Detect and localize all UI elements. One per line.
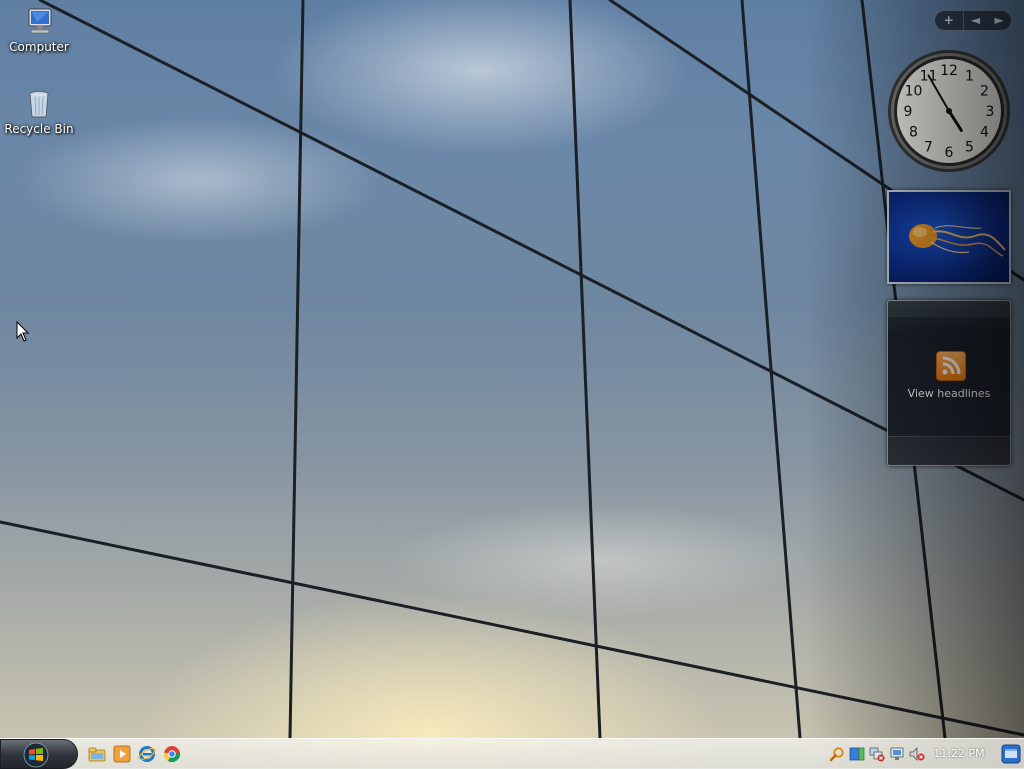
computer-icon [28, 8, 52, 34]
system-tray: 11:22 PM [825, 739, 1024, 769]
clock-numeral: 3 [986, 104, 995, 120]
chrome-icon[interactable] [163, 745, 181, 763]
clock-numeral: 4 [980, 125, 989, 141]
desktop-icon-label: Recycle Bin [4, 122, 74, 136]
clock-numeral: 6 [945, 145, 954, 161]
slideshow-gadget[interactable] [887, 190, 1011, 284]
clock-gadget[interactable]: 121234567891011 [886, 48, 1012, 174]
mouse-cursor-icon [16, 321, 30, 342]
clock-numeral: 7 [924, 140, 933, 156]
sidebar-controls: + ◄ ► [934, 10, 1012, 31]
next-page-button[interactable]: ► [987, 11, 1011, 30]
feed-gadget-header [888, 301, 1010, 317]
taskbar-clock[interactable]: 11:22 PM [931, 747, 987, 760]
media-player-icon[interactable] [113, 745, 131, 763]
sidebar-icon[interactable] [849, 746, 865, 762]
previous-page-button[interactable]: ◄ [964, 11, 988, 30]
clock-numeral: 2 [980, 84, 989, 100]
internet-explorer-icon[interactable] [138, 745, 156, 763]
clock-numeral: 9 [904, 104, 913, 120]
volume-muted-icon[interactable] [909, 746, 925, 762]
network-icon[interactable] [889, 746, 905, 762]
windows-logo-icon [23, 742, 49, 768]
desktop-icon-recycle-bin[interactable]: Recycle Bin [1, 88, 77, 136]
explorer-icon[interactable] [88, 745, 106, 763]
desktop-icon-label: Computer [9, 40, 69, 54]
clock-numeral: 5 [965, 140, 974, 156]
feed-gadget-footer [888, 436, 1010, 465]
rss-icon [936, 351, 966, 381]
clock-numeral: 10 [905, 84, 923, 100]
search-icon[interactable] [829, 746, 845, 762]
wallpaper-frame-lines [0, 0, 1024, 740]
desktop-icon-computer[interactable]: Computer [1, 6, 77, 54]
feed-headlines-gadget[interactable]: View headlines [887, 300, 1011, 466]
clock-numeral: 8 [909, 125, 918, 141]
clock-numeral: 1 [965, 69, 974, 85]
network-error-icon[interactable] [869, 746, 885, 762]
add-gadget-button[interactable]: + [935, 11, 964, 30]
recycle-bin-icon [29, 91, 49, 118]
taskbar: 11:22 PM [0, 738, 1024, 769]
desktop-background[interactable]: Computer Recycle Bin + ◄ ► 12 1 2 3 4 5 6 7 8 9 10… [0, 0, 1024, 768]
clock-numeral: 12 [940, 63, 958, 79]
view-headlines-link[interactable]: View headlines [888, 387, 1010, 400]
start-button[interactable] [0, 739, 78, 769]
show-desktop-icon[interactable] [1001, 744, 1021, 764]
jellyfish-photo [909, 224, 1006, 257]
